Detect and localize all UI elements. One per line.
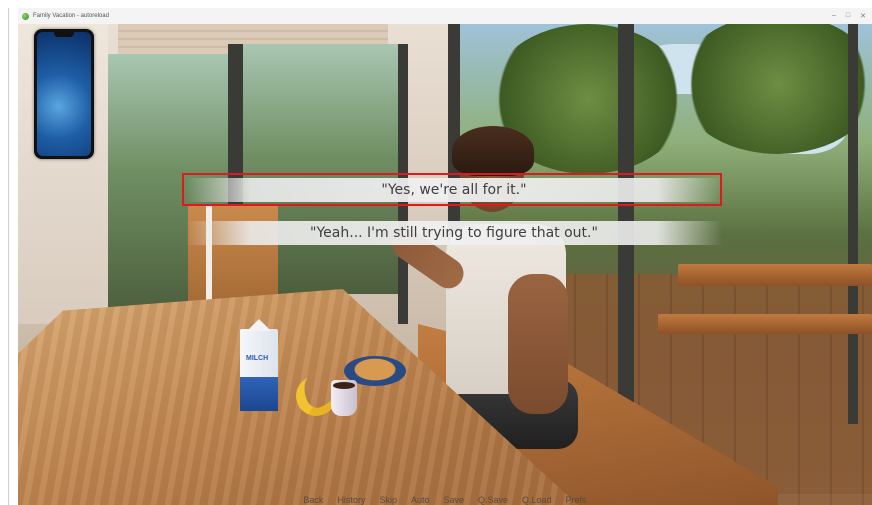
- skip-button[interactable]: Skip: [379, 496, 397, 505]
- history-button[interactable]: History: [337, 496, 365, 505]
- phone-screen: [37, 32, 91, 156]
- minimize-button[interactable]: –: [832, 12, 836, 20]
- coffee-cup: [331, 380, 357, 416]
- page-margin: [0, 8, 18, 505]
- milk-label: MILCH: [246, 355, 269, 362]
- window-title: Family Vacation - autoreload: [33, 13, 109, 19]
- glass-frame: [848, 24, 858, 424]
- title-bar: Family Vacation - autoreload – □ ✕: [18, 8, 872, 24]
- phone-icon[interactable]: [34, 29, 94, 159]
- glass-frame: [618, 24, 634, 404]
- patio-table: [678, 264, 872, 286]
- milk-carton: MILCH: [240, 319, 278, 411]
- window-controls: – □ ✕: [832, 12, 872, 20]
- chair: [188, 204, 278, 304]
- maximize-button[interactable]: □: [846, 12, 850, 20]
- game-window: Family Vacation - autoreload – □ ✕ MILCH…: [18, 8, 872, 505]
- dialogue-choice[interactable]: "Yeah... I'm still trying to figure that…: [186, 221, 722, 245]
- quick-save-button[interactable]: Q.Save: [478, 496, 508, 505]
- quick-menu: Back History Skip Auto Save Q.Save Q.Loa…: [18, 493, 872, 505]
- quick-load-button[interactable]: Q.Load: [522, 496, 552, 505]
- back-button[interactable]: Back: [303, 496, 323, 505]
- dialogue-choice[interactable]: "Yes, we're all for it.": [186, 178, 722, 202]
- app-icon: [22, 12, 29, 20]
- close-button[interactable]: ✕: [860, 12, 866, 20]
- save-button[interactable]: Save: [443, 496, 464, 505]
- patio-bench: [658, 314, 872, 334]
- page-divider: [8, 8, 9, 505]
- prefs-button[interactable]: Prefs: [566, 496, 587, 505]
- auto-button[interactable]: Auto: [411, 496, 430, 505]
- game-scene[interactable]: MILCH "Yes, we're all for it." "Yeah... …: [18, 24, 872, 505]
